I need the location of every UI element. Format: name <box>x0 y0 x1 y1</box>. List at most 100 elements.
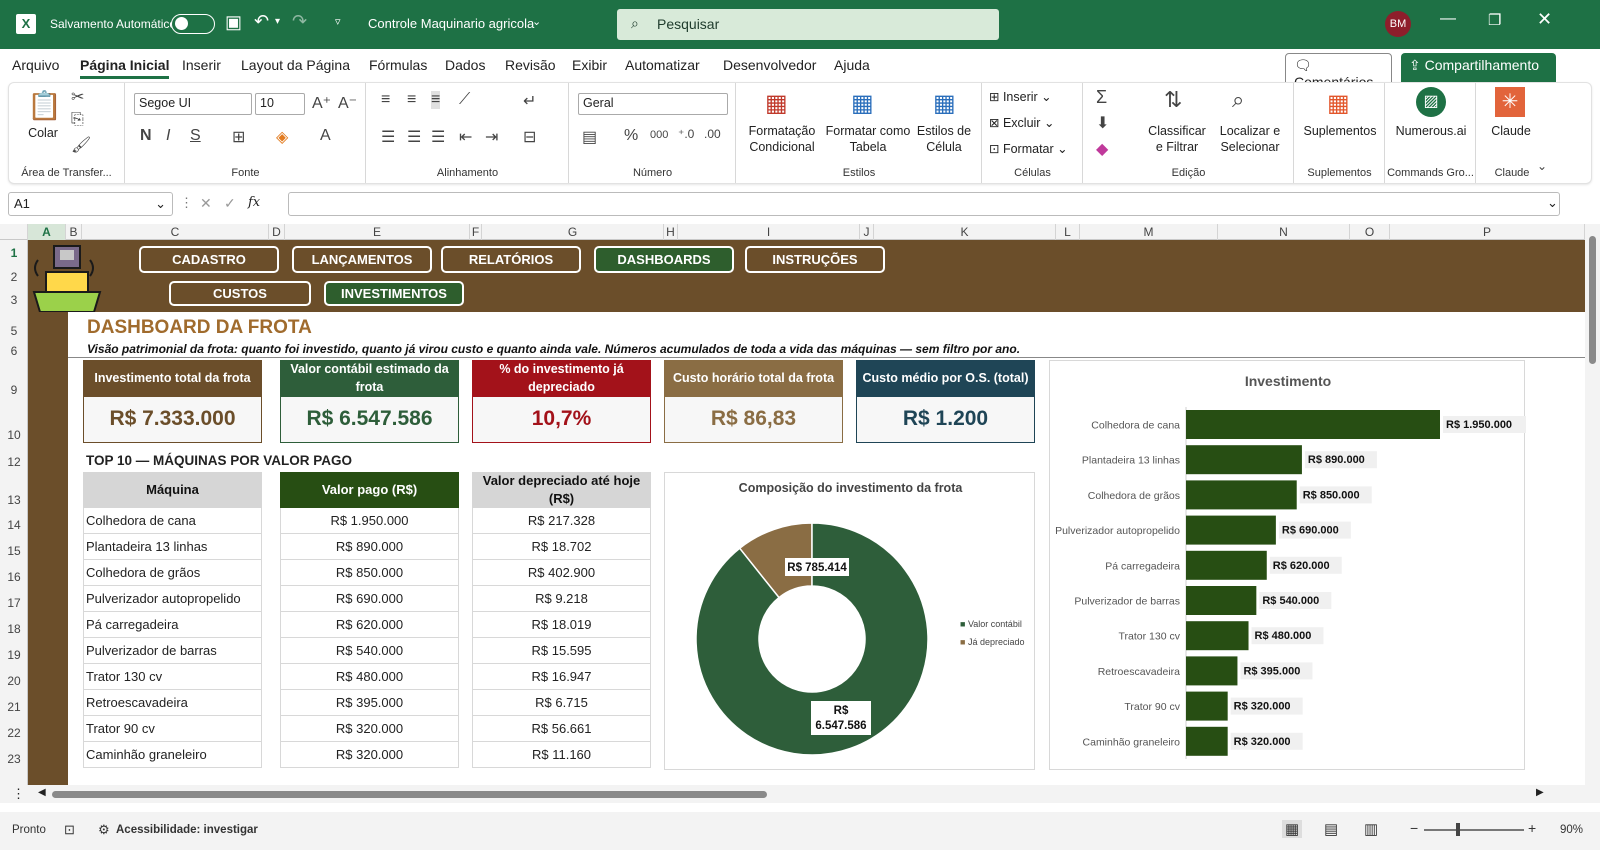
number-format-select[interactable]: Geral <box>578 93 728 115</box>
avatar[interactable]: BM <box>1385 11 1411 37</box>
cancel-icon[interactable]: ✕ <box>200 195 212 212</box>
zoom-out-icon[interactable]: − <box>1410 820 1418 836</box>
sort-filter-icon[interactable]: ⇅ <box>1164 87 1182 113</box>
table-cell-machine[interactable]: Plantadeira 13 linhas <box>83 534 262 560</box>
zoom-in-icon[interactable]: + <box>1528 820 1536 836</box>
bar[interactable] <box>1186 726 1228 756</box>
table-cell-depreciated[interactable]: R$ 56.661 <box>472 716 651 742</box>
col-header-f[interactable]: F <box>470 224 482 240</box>
col-header-e[interactable]: E <box>285 224 470 240</box>
nav-relatorios-button[interactable]: RELATÓRIOS <box>441 246 581 273</box>
table-cell-depreciated[interactable]: R$ 402.900 <box>472 560 651 586</box>
nav-instrucoes-button[interactable]: INSTRUÇÕES <box>745 246 885 273</box>
font-size-select[interactable]: 10 <box>255 93 305 115</box>
tab-dados[interactable]: Dados <box>445 57 485 73</box>
table-cell-depreciated[interactable]: R$ 6.715 <box>472 690 651 716</box>
sort-filter-button[interactable]: Classificar e Filtrar <box>1138 123 1216 155</box>
percent-icon[interactable]: % <box>624 127 638 145</box>
bar[interactable] <box>1186 621 1249 651</box>
row-header[interactable]: 1 <box>0 246 28 260</box>
claude-button[interactable]: Claude <box>1481 123 1541 139</box>
bar[interactable] <box>1186 691 1228 721</box>
borders-icon[interactable]: ⊞ <box>232 127 245 147</box>
table-header-depreciated[interactable]: Valor depreciado até hoje (R$) <box>472 472 651 508</box>
ribbon-collapse-icon[interactable]: ⌄ <box>1537 159 1547 173</box>
macro-record-icon[interactable]: ⊡ <box>64 822 75 838</box>
chevron-down-icon[interactable]: ⌄ <box>532 15 541 28</box>
zoom-slider[interactable] <box>1424 829 1524 831</box>
format-painter-icon[interactable]: 🖌 <box>71 135 91 155</box>
name-box[interactable]: A1 ⌄ <box>8 192 173 216</box>
row-header[interactable]: 5 <box>0 324 28 338</box>
table-cell-paid[interactable]: R$ 850.000 <box>280 560 459 586</box>
row-header[interactable]: 9 <box>0 383 28 397</box>
col-header-l[interactable]: L <box>1056 224 1080 240</box>
tab-exibir[interactable]: Exibir <box>572 57 607 73</box>
bar-chart-panel[interactable]: Investimento Colhedora de cana R$ 1.950.0… <box>1049 360 1526 770</box>
cut-icon[interactable]: ✂ <box>71 87 84 107</box>
insert-function-icon[interactable]: fx <box>248 195 260 210</box>
tab-revisao[interactable]: Revisão <box>505 57 556 73</box>
donut-chart-panel[interactable]: Composição do investimento da frota R$ 7… <box>664 472 1035 770</box>
col-header-i[interactable]: I <box>678 224 860 240</box>
tab-inserir[interactable]: Inserir <box>182 57 221 73</box>
tab-automatizar[interactable]: Automatizar <box>625 57 700 73</box>
find-icon[interactable]: ⌕ <box>1232 87 1244 113</box>
table-cell-paid[interactable]: R$ 320.000 <box>280 742 459 768</box>
align-right-icon[interactable]: ☰ <box>431 127 445 147</box>
table-cell-depreciated[interactable]: R$ 18.019 <box>472 612 651 638</box>
addins-button[interactable]: Suplementos <box>1297 123 1383 139</box>
find-select-button[interactable]: Localizar e Selecionar <box>1210 123 1290 155</box>
vertical-scroll-thumb[interactable] <box>1589 236 1596 364</box>
table-cell-paid[interactable]: R$ 320.000 <box>280 716 459 742</box>
formula-input[interactable] <box>288 192 1560 216</box>
nav-cadastro-button[interactable]: CADASTRO <box>139 246 279 273</box>
row-header[interactable]: 19 <box>0 648 28 662</box>
insert-cells-button[interactable]: ⊞ Inserir ⌄ <box>989 89 1079 105</box>
row-header[interactable]: 12 <box>0 455 28 469</box>
vertical-scrollbar[interactable] <box>1585 226 1600 785</box>
col-header-c[interactable]: C <box>82 224 269 240</box>
document-title[interactable]: Controle Maquinario agricola <box>368 16 534 31</box>
table-header-paid[interactable]: Valor pago (R$) <box>280 472 459 508</box>
table-cell-paid[interactable]: R$ 1.950.000 <box>280 508 459 534</box>
nav-investimentos-button[interactable]: INVESTIMENTOS <box>324 281 464 306</box>
numerous-button[interactable]: Numerous.ai <box>1388 123 1474 139</box>
zoom-slider-thumb[interactable] <box>1456 823 1460 836</box>
decrease-decimal-icon[interactable]: .00 <box>704 127 721 141</box>
delete-cells-button[interactable]: ⊠ Excluir ⌄ <box>989 115 1079 131</box>
more-icon[interactable]: ⋮ <box>180 195 193 211</box>
bar[interactable] <box>1186 480 1297 510</box>
table-cell-machine[interactable]: Retroescavadeira <box>83 690 262 716</box>
page-layout-icon[interactable]: ▤ <box>1324 820 1338 838</box>
scroll-left-icon[interactable]: ◀ <box>38 787 46 798</box>
align-left-icon[interactable]: ☰ <box>381 127 395 147</box>
cell-styles-icon[interactable]: ▦ <box>933 89 956 118</box>
table-cell-paid[interactable]: R$ 620.000 <box>280 612 459 638</box>
row-header[interactable]: 13 <box>0 493 28 507</box>
redo-icon[interactable]: ↷ <box>292 11 307 32</box>
tab-formulas[interactable]: Fórmulas <box>369 57 427 73</box>
font-color-icon[interactable]: A <box>320 127 331 145</box>
conditional-format-button[interactable]: Formatação Condicional <box>743 123 821 155</box>
paste-button[interactable]: Colar <box>21 125 65 141</box>
minimize-icon[interactable]: — <box>1440 10 1456 28</box>
table-cell-paid[interactable]: R$ 395.000 <box>280 690 459 716</box>
align-center-icon[interactable]: ☰ <box>407 127 421 147</box>
comma-style-icon[interactable]: 000 <box>650 129 668 141</box>
col-header-g[interactable]: G <box>482 224 664 240</box>
table-cell-machine[interactable]: Pulverizador autopropelido <box>83 586 262 612</box>
page-break-icon[interactable]: ▥ <box>1364 820 1378 838</box>
tab-arquivo[interactable]: Arquivo <box>12 57 59 73</box>
bar[interactable] <box>1186 656 1238 686</box>
increase-font-icon[interactable]: A⁺ <box>312 93 331 113</box>
table-cell-machine[interactable]: Trator 90 cv <box>83 716 262 742</box>
autosum-icon[interactable]: Σ <box>1096 87 1107 108</box>
bar[interactable] <box>1186 515 1276 545</box>
col-header-k[interactable]: K <box>874 224 1056 240</box>
col-header-d[interactable]: D <box>269 224 285 240</box>
accessibility-icon[interactable]: ⚙ <box>98 822 110 838</box>
nav-custos-button[interactable]: CUSTOS <box>169 281 311 306</box>
row-header[interactable]: 2 <box>0 270 28 284</box>
customize-toolbar-icon[interactable]: ▿ <box>335 15 341 28</box>
